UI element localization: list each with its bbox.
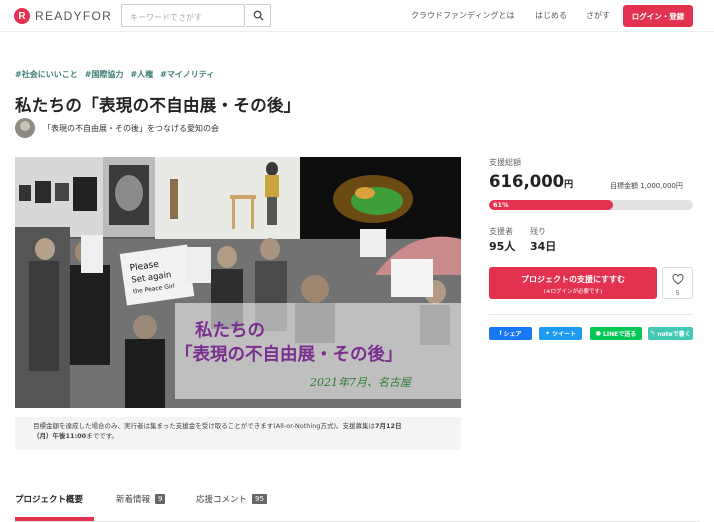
support-button-note: (※ログインが必要です) xyxy=(543,289,603,295)
logo-text: READYFOR xyxy=(35,9,113,23)
share-line-button[interactable]: ● LINEで送る xyxy=(590,327,642,340)
hero-date-line: 2021年7月、名古屋 xyxy=(310,376,411,389)
all-or-nothing-notice: 目標金額を達成した場合のみ、実行者は集まった支援金を受け取ることができます(Al… xyxy=(15,417,461,450)
support-project-button[interactable]: プロジェクトの支援にすすむ (※ログインが必要です) xyxy=(489,267,657,299)
search-box xyxy=(121,4,245,28)
owner-avatar xyxy=(15,118,35,138)
nav-about[interactable]: クラウドファンディングとは xyxy=(411,10,514,21)
total-amount-unit: 円 xyxy=(564,180,574,190)
sidebar-divider xyxy=(489,314,693,315)
remaining-days: 34日 xyxy=(530,240,557,253)
nav-explore[interactable]: さがす xyxy=(586,10,610,21)
tag-link[interactable]: #社会にいいこと xyxy=(15,69,78,80)
tab-comments[interactable]: 応援コメント 95 xyxy=(196,493,267,505)
share-note-button[interactable]: ✎ noteで書く xyxy=(648,327,693,340)
tag-link[interactable]: #人権 xyxy=(130,69,153,80)
remaining-label: 残り xyxy=(530,227,546,236)
funding-progress-bar: 61% xyxy=(489,200,693,210)
owner-name: 「表現の不自由展・その後」をつなげる愛知の会 xyxy=(43,123,219,133)
total-amount-value: 616,000 xyxy=(489,172,565,191)
supporters-count: 95人 xyxy=(489,240,516,253)
top-header: R READYFOR クラウドファンディングとは はじめる さがす ログイン・登… xyxy=(0,0,714,32)
share-label: ツイート xyxy=(552,331,577,338)
share-twitter-button[interactable]: ✦ ツイート xyxy=(539,327,582,340)
progress-fill: 61% xyxy=(489,200,614,210)
hero-title-line1: 私たちの xyxy=(195,321,265,341)
search-input[interactable] xyxy=(122,7,244,28)
tab-label: プロジェクト概要 xyxy=(15,495,84,505)
note-icon: ✎ xyxy=(650,330,656,337)
total-label: 支援総額 xyxy=(489,158,521,167)
total-amount: 616,000円 xyxy=(489,172,573,191)
facebook-icon: f xyxy=(499,330,502,337)
share-label: LINEで送る xyxy=(603,331,637,338)
tab-label: 応援コメント xyxy=(196,495,248,505)
progress-percent: 61% xyxy=(493,201,509,209)
updates-count-badge: 9 xyxy=(155,494,166,504)
hero-title-line2: 「表現の不自由展・その後」 xyxy=(175,345,403,365)
share-label: noteで書く xyxy=(657,331,691,338)
search-icon xyxy=(253,10,264,21)
search-button[interactable] xyxy=(246,4,271,27)
notice-deadline-date: 7月12日 xyxy=(374,422,402,430)
supporters-label: 支援者 xyxy=(489,227,513,236)
share-facebook-button[interactable]: f シェア xyxy=(489,327,532,340)
tag-link[interactable]: #国際協力 xyxy=(85,69,124,80)
hero-collage: Please Set again the Peace Girl xyxy=(15,157,461,408)
favorite-count: 5 xyxy=(675,290,680,297)
nav-start[interactable]: はじめる xyxy=(535,10,567,21)
tag-link[interactable]: #マイノリティ xyxy=(160,69,214,80)
notice-deadline-time: （月）午後11:00 xyxy=(33,432,87,440)
project-title: 私たちの「表現の不自由展・その後」 xyxy=(15,96,301,115)
project-owner[interactable]: 「表現の不自由展・その後」をつなげる愛知の会 xyxy=(15,118,219,138)
login-button[interactable]: ログイン・登録 xyxy=(623,5,693,27)
active-tab-indicator xyxy=(15,517,94,521)
project-tabs: プロジェクト概要 新着情報 9 応援コメント 95 xyxy=(15,487,700,522)
notice-text-end: までです。 xyxy=(86,432,119,440)
share-label: シェア xyxy=(503,331,522,338)
goal-amount: 目標金額 1,000,000円 xyxy=(610,182,683,190)
logo-mark-icon: R xyxy=(14,8,30,24)
heart-icon xyxy=(671,273,684,285)
twitter-icon: ✦ xyxy=(544,330,550,337)
comments-count-badge: 95 xyxy=(252,494,267,504)
line-icon: ● xyxy=(595,330,602,337)
readyfor-logo[interactable]: R READYFOR xyxy=(14,8,112,24)
project-hero-image: Please Set again the Peace Girl 私たちの 「表現… xyxy=(15,157,461,408)
favorite-button[interactable]: 5 xyxy=(662,267,693,299)
tag-list: #社会にいいこと #国際協力 #人権 #マイノリティ xyxy=(15,69,214,80)
tab-updates[interactable]: 新着情報 9 xyxy=(116,493,166,505)
tab-overview[interactable]: プロジェクト概要 xyxy=(15,493,83,505)
notice-text: 目標金額を達成した場合のみ、実行者は集まった支援金を受け取ることができます(Al… xyxy=(33,422,375,430)
tab-label: 新着情報 xyxy=(116,495,151,505)
support-button-label: プロジェクトの支援にすすむ xyxy=(520,275,626,284)
